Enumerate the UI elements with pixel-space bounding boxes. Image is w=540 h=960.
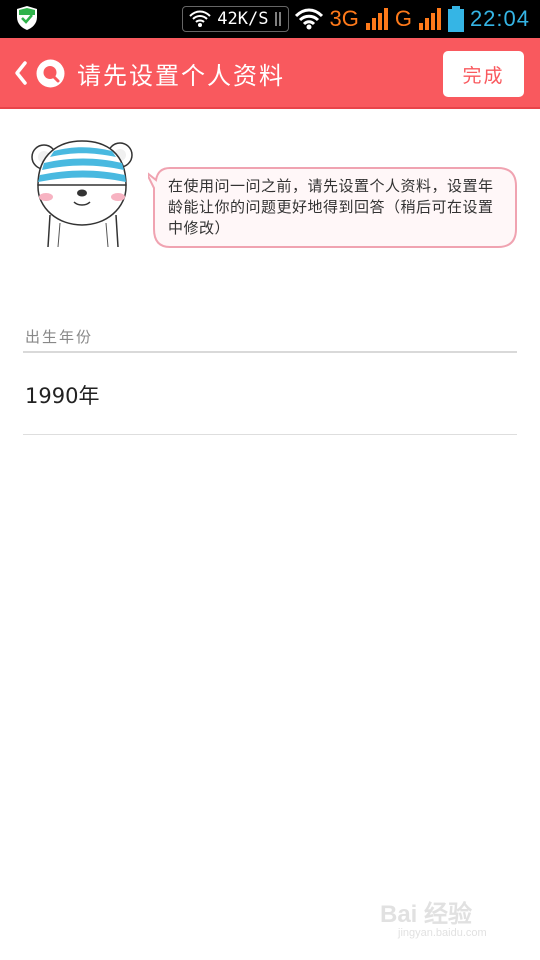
birth-year-label: 出生年份 [25,328,94,346]
status-bar: 42K/S 3G G 22:04 [0,0,540,38]
divider [23,351,517,353]
signal-icon [418,8,442,30]
net-speed: 42K/S [217,9,269,29]
signal-icon [365,8,389,30]
birth-year-selector[interactable]: 1990年 [25,380,99,410]
shield-icon [16,5,38,31]
net-speed-box: 42K/S [182,6,290,32]
watermark: Bai 经验 jingyan.baidu.com [380,894,510,944]
done-button[interactable]: 完成 [443,51,524,97]
clock: 22:04 [469,6,530,31]
watermark-url: jingyan.baidu.com [398,927,487,939]
wifi-icon [295,8,324,30]
mascot-illustration [30,135,136,249]
network-type-1: 3G [329,6,359,31]
intro-text: 在使用问一问之前，请先设置个人资料，设置年龄能让你的问题更好地得到回答（稍后可在… [168,177,494,237]
speech-bubble: 在使用问一问之前，请先设置个人资料，设置年龄能让你的问题更好地得到回答（稍后可在… [148,166,518,249]
divider [23,434,517,435]
battery-icon [447,6,464,32]
page-title: 请先设置个人资料 [77,62,285,90]
wifi-icon [189,10,211,28]
app-header: 请先设置个人资料 完成 [0,38,540,109]
watermark-logo: Bai 经验 [380,901,473,928]
back-icon[interactable] [12,60,30,86]
app-logo-icon [36,59,65,88]
status-indicators: 42K/S 3G G 22:04 [182,0,530,38]
network-type-2: G [394,6,412,31]
data-transfer-icon [274,10,282,28]
